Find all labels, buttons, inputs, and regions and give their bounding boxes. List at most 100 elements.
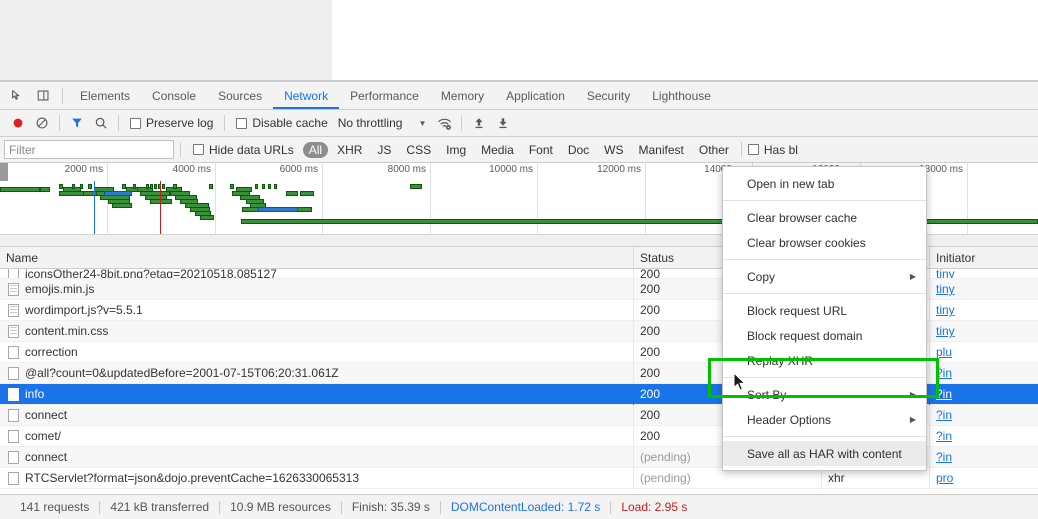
has-blocked-cookies-checkbox[interactable]: Has bl — [747, 142, 804, 157]
disable-cache-label: Disable cache — [252, 116, 328, 130]
tab-lighthouse[interactable]: Lighthouse — [641, 82, 722, 109]
initiator-link[interactable]: ?in — [936, 408, 952, 422]
context-menu-item-clear-browser-cache[interactable]: Clear browser cache — [723, 205, 926, 230]
context-menu-item-open-in-new-tab[interactable]: Open in new tab — [723, 171, 926, 196]
initiator-link[interactable]: ?in — [936, 387, 952, 401]
filter-type-ws[interactable]: WS — [598, 142, 629, 158]
filter-type-css[interactable]: CSS — [400, 142, 437, 158]
initiator-link[interactable]: tiny — [936, 282, 955, 296]
filter-type-all[interactable]: All — [302, 141, 329, 158]
cell-name: iconsOther24-8bit.png?etag=20210518.0851… — [0, 269, 634, 279]
request-name: info — [25, 387, 45, 401]
initiator-link[interactable]: tiny — [936, 303, 955, 317]
tab-application[interactable]: Application — [495, 82, 576, 109]
table-row[interactable]: RTCServlet?format=json&dojo.preventCache… — [0, 467, 1038, 489]
hide-data-urls-checkbox[interactable]: Hide data URLs — [187, 143, 300, 157]
tab-console[interactable]: Console — [141, 82, 207, 109]
tab-elements[interactable]: Elements — [69, 82, 141, 109]
initiator-link[interactable]: pro — [936, 471, 953, 485]
filter-input[interactable] — [4, 140, 174, 159]
context-menu-separator — [723, 200, 926, 201]
context-menu-item-clear-browser-cookies[interactable]: Clear browser cookies — [723, 230, 926, 255]
cell-initiator: tiny — [930, 321, 1038, 342]
web-page-viewport — [0, 0, 1038, 82]
context-menu-item-replay-xhr[interactable]: Replay XHR — [723, 348, 926, 373]
initiator-link[interactable]: tiny — [936, 324, 955, 338]
overview-request-bar — [255, 184, 258, 189]
device-toolbar-icon[interactable] — [30, 83, 56, 109]
initiator-link[interactable]: plu — [936, 345, 952, 359]
cell-initiator: plu — [930, 342, 1038, 363]
clear-icon[interactable] — [30, 111, 54, 135]
hide-data-urls-label: Hide data URLs — [209, 142, 294, 157]
request-name: connect — [25, 450, 68, 464]
throttling-dropdown[interactable]: No throttling ▼ — [334, 116, 433, 130]
script-icon — [8, 282, 19, 296]
overview-request-bar — [410, 184, 422, 189]
overview-request-bar — [80, 184, 83, 189]
context-menu: Open in new tab Clear browser cache Clear … — [722, 166, 927, 471]
initiator-link[interactable]: ?in — [936, 429, 952, 443]
toolbar-divider — [224, 115, 226, 131]
filter-type-js[interactable]: JS — [371, 142, 397, 158]
context-menu-item-copy[interactable]: Copy ▶ — [723, 264, 926, 289]
request-name: comet/ — [25, 429, 62, 443]
tab-security[interactable]: Security — [576, 82, 641, 109]
tab-sources[interactable]: Sources — [207, 82, 273, 109]
filter-type-xhr[interactable]: XHR — [331, 142, 368, 158]
column-header-name[interactable]: Name — [0, 247, 634, 269]
file-icon — [8, 269, 19, 278]
context-menu-item-label: Open in new tab — [747, 176, 835, 191]
filterbar-divider — [180, 142, 181, 157]
network-status-bar: 141 requests 421 kB transferred 10.9 MB … — [0, 494, 1038, 519]
overview-request-bar — [230, 184, 234, 189]
filterbar-divider — [740, 142, 742, 157]
tab-label: Console — [152, 88, 197, 103]
filter-type-media[interactable]: Media — [475, 142, 520, 158]
context-menu-item-sort-by[interactable]: Sort By ▶ — [723, 382, 926, 407]
request-name: connect — [25, 408, 68, 422]
initiator-link[interactable]: ?in — [936, 450, 952, 464]
network-conditions-icon[interactable] — [432, 111, 456, 135]
toolbar-divider — [59, 115, 60, 131]
filter-type-doc[interactable]: Doc — [562, 142, 595, 158]
import-har-icon[interactable] — [467, 111, 491, 135]
cell-initiator: ?in — [930, 363, 1038, 384]
record-button-icon[interactable] — [6, 111, 30, 135]
overview-request-bar — [274, 184, 277, 189]
filter-type-other[interactable]: Other — [693, 142, 735, 158]
disable-cache-checkbox[interactable]: Disable cache — [230, 116, 333, 130]
overview-request-bar-highlighted — [258, 207, 298, 212]
file-icon — [8, 408, 19, 422]
search-icon[interactable] — [89, 111, 113, 135]
filter-funnel-icon[interactable] — [65, 111, 89, 135]
transferred-size: 421 kB transferred — [110, 500, 210, 514]
initiator-link[interactable]: ?in — [936, 366, 952, 380]
context-menu-item-block-request-url[interactable]: Block request URL — [723, 298, 926, 323]
devtools-tabstrip: Elements Console Sources Network Perform… — [0, 82, 1038, 110]
has-blocked-cookies-label: Has bl — [763, 142, 798, 157]
mouse-pointer-icon — [733, 371, 747, 395]
inspect-element-icon[interactable] — [4, 83, 30, 109]
tab-performance[interactable]: Performance — [339, 82, 430, 109]
cell-name: @all?count=0&updatedBefore=2001-07-15T06… — [0, 362, 634, 384]
cell-name: emojis.min.js — [0, 278, 634, 300]
overview-request-bar — [112, 203, 132, 208]
request-name: iconsOther24-8bit.png?etag=20210518.0851… — [25, 269, 277, 279]
request-name: @all?count=0&updatedBefore=2001-07-15T06… — [25, 366, 339, 380]
context-menu-item-block-request-domain[interactable]: Block request domain — [723, 323, 926, 348]
tab-memory[interactable]: Memory — [430, 82, 495, 109]
context-menu-item-header-options[interactable]: Header Options ▶ — [723, 407, 926, 432]
cell-initiator: tiny — [930, 269, 1038, 278]
filter-type-manifest[interactable]: Manifest — [633, 142, 690, 158]
cell-name: info — [0, 383, 634, 405]
filter-type-img[interactable]: Img — [440, 142, 472, 158]
context-menu-item-save-all-as-har-with-content[interactable]: Save all as HAR with content — [723, 441, 926, 466]
filter-type-font[interactable]: Font — [523, 142, 559, 158]
preserve-log-checkbox[interactable]: Preserve log — [124, 116, 219, 130]
export-har-icon[interactable] — [491, 111, 515, 135]
initiator-link[interactable]: tiny — [936, 269, 955, 278]
tab-network[interactable]: Network — [273, 82, 339, 109]
finish-time: Finish: 35.39 s — [351, 500, 430, 514]
column-header-initiator[interactable]: Initiator — [930, 247, 1038, 269]
